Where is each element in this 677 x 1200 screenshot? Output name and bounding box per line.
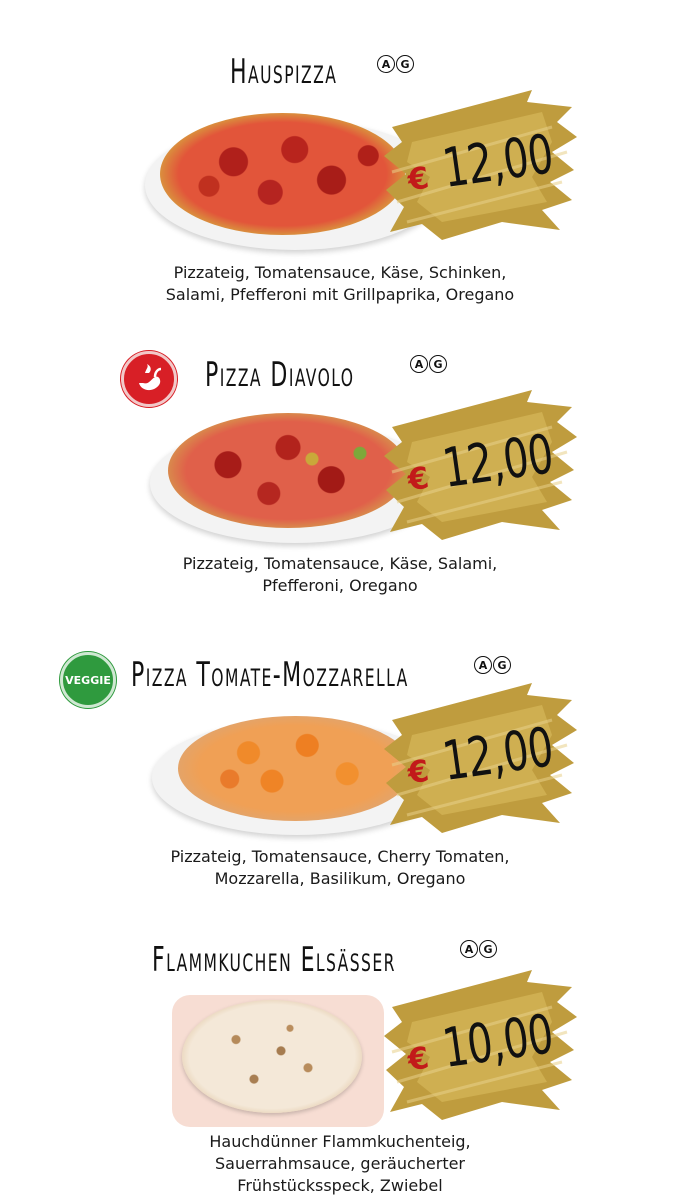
allergen-g: G — [479, 940, 497, 958]
menu-item-flammkuchen-elsaesser: Flammkuchen Elsässer A G € 10,00 Hauchdü… — [0, 0, 677, 1200]
item-title: Flammkuchen Elsässer — [152, 940, 396, 980]
flammkuchen-image — [182, 1000, 362, 1113]
price-tag: € 10,00 — [382, 962, 582, 1127]
allergen-badges: A G — [460, 940, 497, 958]
description-line: Hauchdünner Flammkuchenteig, — [209, 1132, 471, 1151]
allergen-a: A — [460, 940, 478, 958]
currency-symbol: € — [405, 1040, 432, 1079]
description-line: Sauerrahmsauce, geräucherter — [214, 1154, 466, 1173]
description-line: Frühstücksspeck, Zwiebel — [237, 1176, 443, 1195]
item-description: Hauchdünner Flammkuchenteig, Sauerrahmsa… — [60, 1131, 620, 1197]
